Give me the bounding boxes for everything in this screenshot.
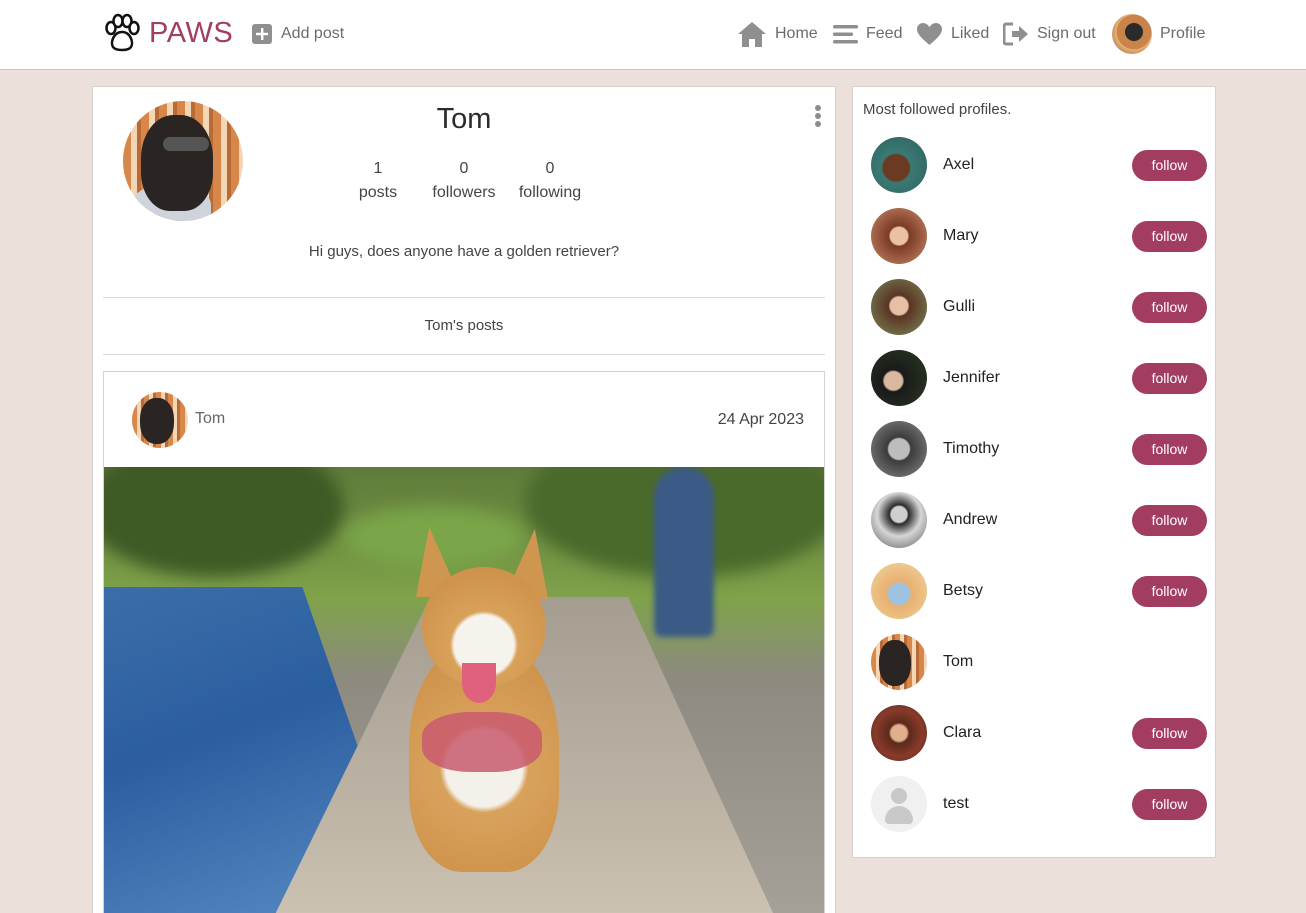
avatar[interactable] bbox=[871, 421, 927, 477]
follow-button[interactable]: follow bbox=[1132, 291, 1207, 323]
stat-value: 0 bbox=[545, 160, 555, 177]
profile-item-tom: Tom bbox=[871, 634, 1207, 690]
nav-add-post-label: Add post bbox=[281, 25, 345, 42]
nav-sign-out-label: Sign out bbox=[1037, 25, 1096, 42]
profile-item-gulli: Gulli follow bbox=[871, 279, 1207, 335]
paw-icon bbox=[102, 13, 142, 53]
follow-button[interactable]: follow bbox=[1132, 362, 1207, 394]
sign-out-icon bbox=[1003, 22, 1028, 46]
profile-item-test: test follow bbox=[871, 776, 1207, 832]
profile-item-axel: Axel follow bbox=[871, 137, 1207, 193]
brand-logo[interactable]: PAWS bbox=[101, 12, 233, 54]
profile-name[interactable]: Mary bbox=[943, 227, 1132, 245]
profile-item-andrew: Andrew follow bbox=[871, 492, 1207, 548]
profile-name[interactable]: Clara bbox=[943, 724, 1132, 742]
posts-heading: Tom's posts bbox=[424, 317, 504, 334]
profile-name[interactable]: Jennifer bbox=[943, 369, 1132, 387]
avatar[interactable] bbox=[871, 350, 927, 406]
post-card[interactable]: Tom 24 Apr 2023 bbox=[103, 371, 825, 913]
profile-name[interactable]: Axel bbox=[943, 156, 1132, 174]
post-author-name[interactable]: Tom bbox=[195, 410, 225, 428]
profile-bio: Hi guys, does anyone have a golden retri… bbox=[308, 243, 620, 260]
heart-icon bbox=[917, 23, 942, 45]
profile-name[interactable]: Gulli bbox=[943, 298, 1132, 316]
profile-item-betsy: Betsy follow bbox=[871, 563, 1207, 619]
post-author-avatar[interactable] bbox=[132, 392, 188, 448]
follow-button[interactable]: follow bbox=[1132, 433, 1207, 465]
follow-button[interactable]: follow bbox=[1132, 575, 1207, 607]
profile-name[interactable]: Tom bbox=[943, 653, 1207, 671]
stat-label: followers bbox=[432, 184, 496, 201]
follow-button[interactable]: follow bbox=[1132, 220, 1207, 252]
plus-square-icon bbox=[252, 24, 272, 44]
profile-item-mary: Mary follow bbox=[871, 208, 1207, 264]
nav-home-label: Home bbox=[775, 25, 818, 42]
profile-item-timothy: Timothy follow bbox=[871, 421, 1207, 477]
home-icon bbox=[738, 22, 766, 47]
post-date: 24 Apr 2023 bbox=[717, 411, 804, 428]
follow-button[interactable]: follow bbox=[1132, 717, 1207, 749]
stat-followers: 0 followers bbox=[419, 157, 509, 205]
suggested-profiles-sidebar: Most followed profiles. Axel follow Mary… bbox=[852, 86, 1216, 858]
sidebar-title: Most followed profiles. bbox=[863, 101, 1012, 118]
avatar[interactable] bbox=[871, 279, 927, 335]
stat-value: 1 bbox=[373, 160, 383, 177]
default-avatar-icon[interactable] bbox=[871, 776, 927, 832]
nav-liked[interactable]: Liked bbox=[916, 19, 989, 49]
profile-name[interactable]: Betsy bbox=[943, 582, 1132, 600]
more-options-icon[interactable] bbox=[813, 105, 823, 131]
avatar[interactable] bbox=[871, 634, 927, 690]
profile-item-jennifer: Jennifer follow bbox=[871, 350, 1207, 406]
stat-value: 0 bbox=[459, 160, 469, 177]
post-image[interactable] bbox=[104, 467, 824, 913]
nav-profile-label: Profile bbox=[1160, 25, 1206, 42]
stat-following: 0 following bbox=[505, 157, 595, 205]
profile-card: Tom 1 posts 0 followers 0 following Hi g… bbox=[92, 86, 836, 913]
follow-button[interactable]: follow bbox=[1132, 788, 1207, 820]
divider bbox=[103, 297, 825, 298]
profile-name[interactable]: Timothy bbox=[943, 440, 1132, 458]
nav-home[interactable]: Home bbox=[737, 19, 818, 49]
profile-name: Tom bbox=[436, 103, 492, 135]
follow-button[interactable]: follow bbox=[1132, 504, 1207, 536]
stat-label: posts bbox=[358, 184, 398, 201]
nav-add-post[interactable]: Add post bbox=[251, 19, 344, 49]
profile-item-clara: Clara follow bbox=[871, 705, 1207, 761]
divider bbox=[103, 354, 825, 355]
avatar[interactable] bbox=[871, 492, 927, 548]
avatar bbox=[1112, 14, 1152, 54]
follow-button[interactable]: follow bbox=[1132, 149, 1207, 181]
brand-name: PAWS bbox=[149, 16, 234, 49]
stat-label: following bbox=[518, 184, 582, 201]
navbar: PAWS Add post Home Feed Liked Sign out P… bbox=[0, 0, 1306, 70]
profile-name[interactable]: Andrew bbox=[943, 511, 1132, 529]
nav-sign-out[interactable]: Sign out bbox=[1003, 19, 1096, 49]
profile-name[interactable]: test bbox=[943, 795, 1132, 813]
nav-profile[interactable]: Profile bbox=[1112, 14, 1205, 54]
stat-posts: 1 posts bbox=[333, 157, 423, 205]
avatar[interactable] bbox=[871, 705, 927, 761]
avatar[interactable] bbox=[871, 563, 927, 619]
avatar[interactable] bbox=[871, 208, 927, 264]
nav-feed[interactable]: Feed bbox=[833, 19, 902, 49]
menu-lines-icon bbox=[833, 25, 858, 44]
avatar[interactable] bbox=[871, 137, 927, 193]
nav-feed-label: Feed bbox=[866, 25, 903, 42]
nav-liked-label: Liked bbox=[951, 25, 990, 42]
